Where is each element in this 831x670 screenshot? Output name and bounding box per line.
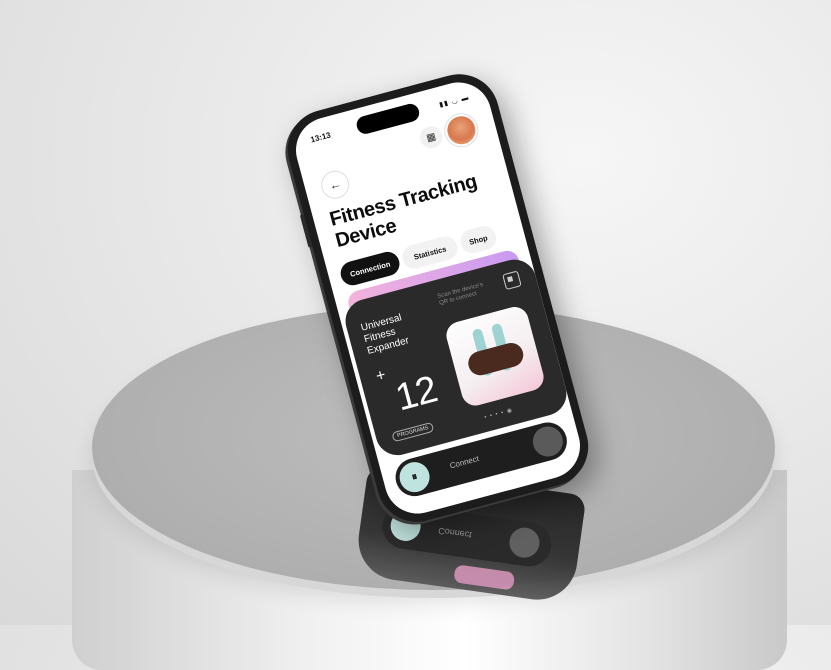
device-name: Universal Fitness Expander — [359, 312, 411, 357]
plus-icon: + — [374, 366, 388, 386]
status-icons: ▮▮ ◡ ▬ — [438, 94, 471, 109]
program-count: 12 — [391, 368, 442, 420]
reflection-pink — [453, 564, 516, 591]
scan-hint: Scan the device's QR to connect — [436, 282, 484, 307]
carousel-dots[interactable]: • • • • ◉ — [484, 407, 514, 421]
hands — [465, 340, 526, 378]
calendar-icon[interactable]: ▦ — [417, 123, 445, 151]
programs-badge: PROGRAMS — [391, 421, 435, 443]
back-button[interactable]: ← — [318, 167, 353, 202]
dynamic-island — [354, 101, 422, 136]
tab-shop[interactable]: Shop — [457, 223, 499, 256]
device-icon: ⏸ — [396, 458, 433, 496]
connect-label: Connect — [448, 454, 480, 471]
back-arrow-icon: ← — [327, 176, 343, 194]
qr-code-icon[interactable] — [502, 270, 522, 291]
connect-knob[interactable] — [529, 423, 567, 460]
avatar[interactable] — [441, 110, 481, 150]
status-time: 13:13 — [309, 130, 332, 145]
device-photo — [443, 303, 547, 409]
